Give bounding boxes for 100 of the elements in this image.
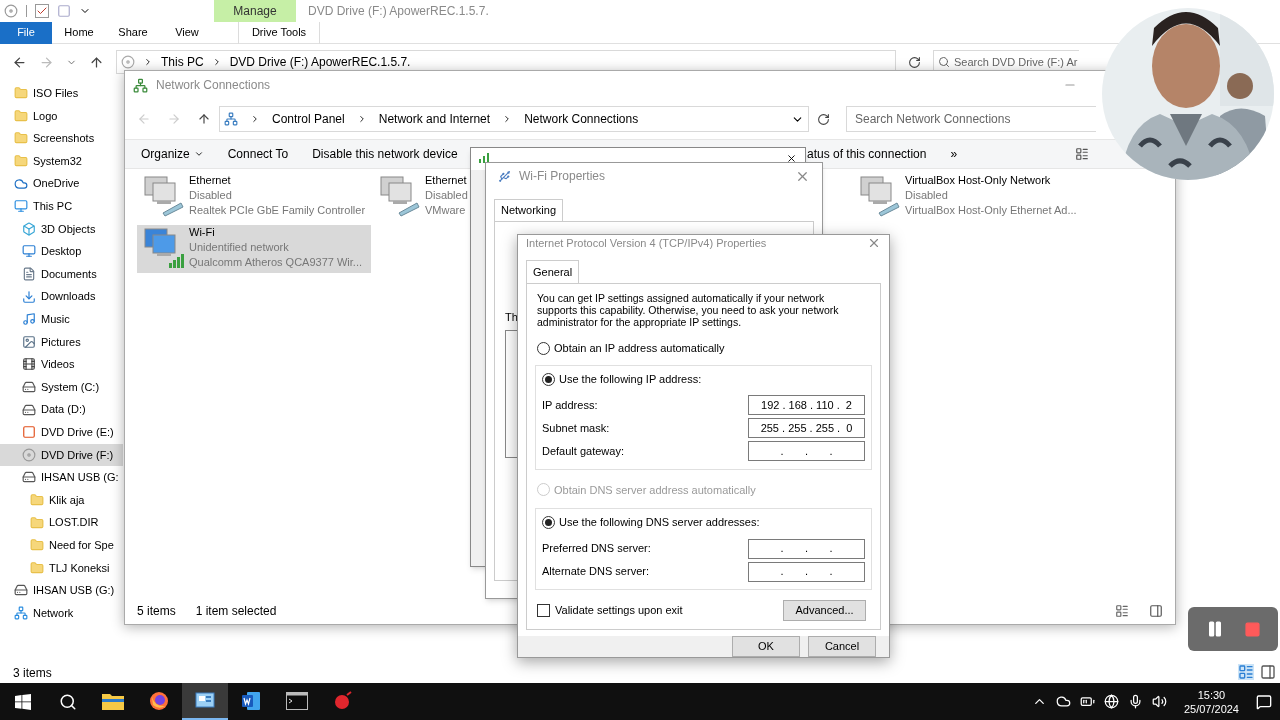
- network-adapter-item[interactable]: VirtualBox Host-Only Network Disabled VirtualBox Host-Only Ethernet Ad...: [853, 173, 1103, 221]
- sidebar-item[interactable]: Desktop: [0, 240, 123, 263]
- sidebar-item[interactable]: Downloads: [0, 285, 123, 308]
- refresh-icon[interactable]: [908, 55, 921, 69]
- sidebar-item[interactable]: Documents: [0, 262, 123, 286]
- cloud-icon[interactable]: [1055, 694, 1071, 709]
- sidebar-item[interactable]: This PC: [0, 194, 123, 218]
- sidebar-item[interactable]: LOST.DIR: [0, 511, 123, 534]
- network-adapter-item[interactable]: Ethernet Disabled Realtek PCIe GbE Family Controller: [137, 173, 371, 221]
- search-field[interactable]: Search Network Connections: [846, 106, 1096, 132]
- toolbar-button[interactable]: Connect To: [227, 145, 289, 163]
- folder-icon: [30, 515, 44, 530]
- ip-address-field[interactable]: . . .: [748, 561, 865, 582]
- large-icons-view-icon[interactable]: [1149, 604, 1163, 618]
- network-adapter-item[interactable]: Ethernet Disabled VMware: [373, 173, 472, 221]
- battery-icon[interactable]: [1079, 694, 1095, 709]
- disc-icon: [121, 55, 135, 69]
- control-panel-icon: [195, 691, 215, 710]
- toolbar-button[interactable]: »: [950, 145, 958, 163]
- search-icon[interactable]: [59, 692, 77, 711]
- sidebar-item[interactable]: Need for Spe: [0, 533, 123, 557]
- ethernet-adapter-icon: [141, 173, 185, 217]
- folder-icon: [14, 86, 28, 101]
- status-text: 5 items: [137, 603, 176, 620]
- dialog-tab[interactable]: Networking: [494, 199, 564, 221]
- ribbon-tab[interactable]: Drive Tools: [238, 21, 320, 44]
- sidebar-item[interactable]: Pictures: [0, 330, 123, 354]
- ok-button[interactable]: OK: [732, 636, 800, 657]
- sidebar-item[interactable]: System (C:): [0, 375, 123, 399]
- radio-button[interactable]: [542, 372, 555, 386]
- taskbar-app[interactable]: [182, 683, 228, 720]
- cancel-button[interactable]: Cancel: [808, 636, 876, 657]
- network-adapter-item[interactable]: Wi-Fi Unidentified network Qualcomm Atheros QCA9377 Wir...: [137, 225, 371, 273]
- adapter-status: Disabled: [189, 188, 233, 203]
- toolbar-button[interactable]: Disable this network device: [312, 145, 458, 163]
- back-arrow-icon[interactable]: [12, 54, 27, 70]
- network-icon[interactable]: [1103, 694, 1119, 709]
- sidebar-item[interactable]: Network: [0, 601, 123, 625]
- checklist-icon[interactable]: [35, 4, 49, 18]
- advanced-button[interactable]: Advanced...: [783, 600, 866, 621]
- sidebar-item[interactable]: 3D Objects: [0, 217, 123, 241]
- breadcrumb-item[interactable]: Control Panel: [272, 110, 345, 128]
- clock[interactable]: 15:30 25/07/2024: [1183, 687, 1239, 716]
- volume-icon[interactable]: [1151, 694, 1167, 709]
- ip-address-field[interactable]: . . .: [748, 441, 865, 461]
- microphone-icon[interactable]: [1127, 694, 1143, 709]
- sidebar-item[interactable]: Music: [0, 307, 123, 331]
- view-options-icon[interactable]: [1075, 147, 1089, 161]
- radio-button[interactable]: [542, 516, 555, 529]
- details-view-icon[interactable]: [1238, 664, 1254, 680]
- sidebar-item[interactable]: IHSAN USB (G:: [0, 466, 123, 489]
- sidebar-item[interactable]: TLJ Koneksi: [0, 556, 123, 580]
- dialog-tab[interactable]: General: [526, 259, 580, 283]
- ip-address-field[interactable]: . . .: [748, 538, 865, 559]
- breadcrumb-item[interactable]: Network Connections: [524, 110, 639, 128]
- sidebar-item[interactable]: OneDrive: [0, 172, 123, 195]
- sidebar-item[interactable]: ISO Files: [0, 82, 123, 105]
- ribbon-tab[interactable]: Share: [106, 21, 160, 44]
- sidebar-item[interactable]: Logo: [0, 104, 123, 128]
- sidebar-item[interactable]: IHSAN USB (G:): [0, 579, 123, 602]
- ribbon-tab[interactable]: File: [0, 21, 52, 44]
- sidebar-item[interactable]: System32: [0, 149, 123, 173]
- adapter-status: Disabled: [905, 188, 949, 203]
- ip-address-field[interactable]: 192 . 168 . 110 . 2: [748, 395, 865, 415]
- breadcrumb-item[interactable]: Network and Internet: [378, 110, 491, 128]
- large-icons-view-icon[interactable]: [1260, 664, 1276, 680]
- sidebar-item[interactable]: DVD Drive (F:): [0, 443, 123, 467]
- adapter-status: Disabled: [425, 188, 468, 203]
- wifi-adapter-icon: [141, 225, 185, 269]
- window-title: Network Connections: [156, 77, 271, 94]
- cube-icon: [22, 221, 36, 236]
- checkbox[interactable]: [537, 604, 550, 617]
- folder-icon: [14, 108, 28, 123]
- sidebar-item[interactable]: Klik aja: [0, 488, 123, 512]
- details-view-icon[interactable]: [1115, 604, 1129, 618]
- sidebar-item[interactable]: Screenshots: [0, 127, 123, 150]
- window-title: DVD Drive (F:) ApowerREC.1.5.7.: [308, 3, 489, 20]
- refresh-icon[interactable]: [817, 112, 830, 126]
- ribbon-tab[interactable]: Home: [52, 21, 106, 44]
- ribbon-tab[interactable]: View: [160, 21, 214, 44]
- ip-address-field[interactable]: 255 . 255 . 255 . 0: [748, 418, 865, 438]
- control-panel-icon: [224, 112, 238, 126]
- sidebar-item[interactable]: Data (D:): [0, 398, 123, 421]
- sidebar-item[interactable]: Videos: [0, 353, 123, 376]
- adapter-device: Qualcomm Atheros QCA9377 Wir...: [189, 255, 362, 270]
- sidebar-item[interactable]: DVD Drive (E:): [0, 420, 123, 444]
- music-icon: [22, 312, 36, 327]
- radio-button[interactable]: [537, 341, 550, 355]
- disc-icon: [22, 447, 36, 462]
- close-icon[interactable]: [786, 153, 797, 164]
- breadcrumb-item[interactable]: This PC: [161, 53, 204, 71]
- toolbar-menu[interactable]: Organize: [141, 145, 204, 163]
- chevron-icon: [250, 114, 260, 124]
- video-icon: [22, 357, 36, 372]
- breadcrumb-item[interactable]: DVD Drive (F:) ApowerREC.1.5.7.: [229, 53, 411, 71]
- toolbar-button[interactable]: atus of this connection: [807, 145, 927, 163]
- adapter-name: VirtualBox Host-Only Network: [905, 173, 1052, 188]
- drive-icon: [22, 380, 36, 394]
- address-bar[interactable]: Control Panel Network and Internet Network Connections: [219, 106, 809, 132]
- notifications-icon[interactable]: [1256, 693, 1272, 710]
